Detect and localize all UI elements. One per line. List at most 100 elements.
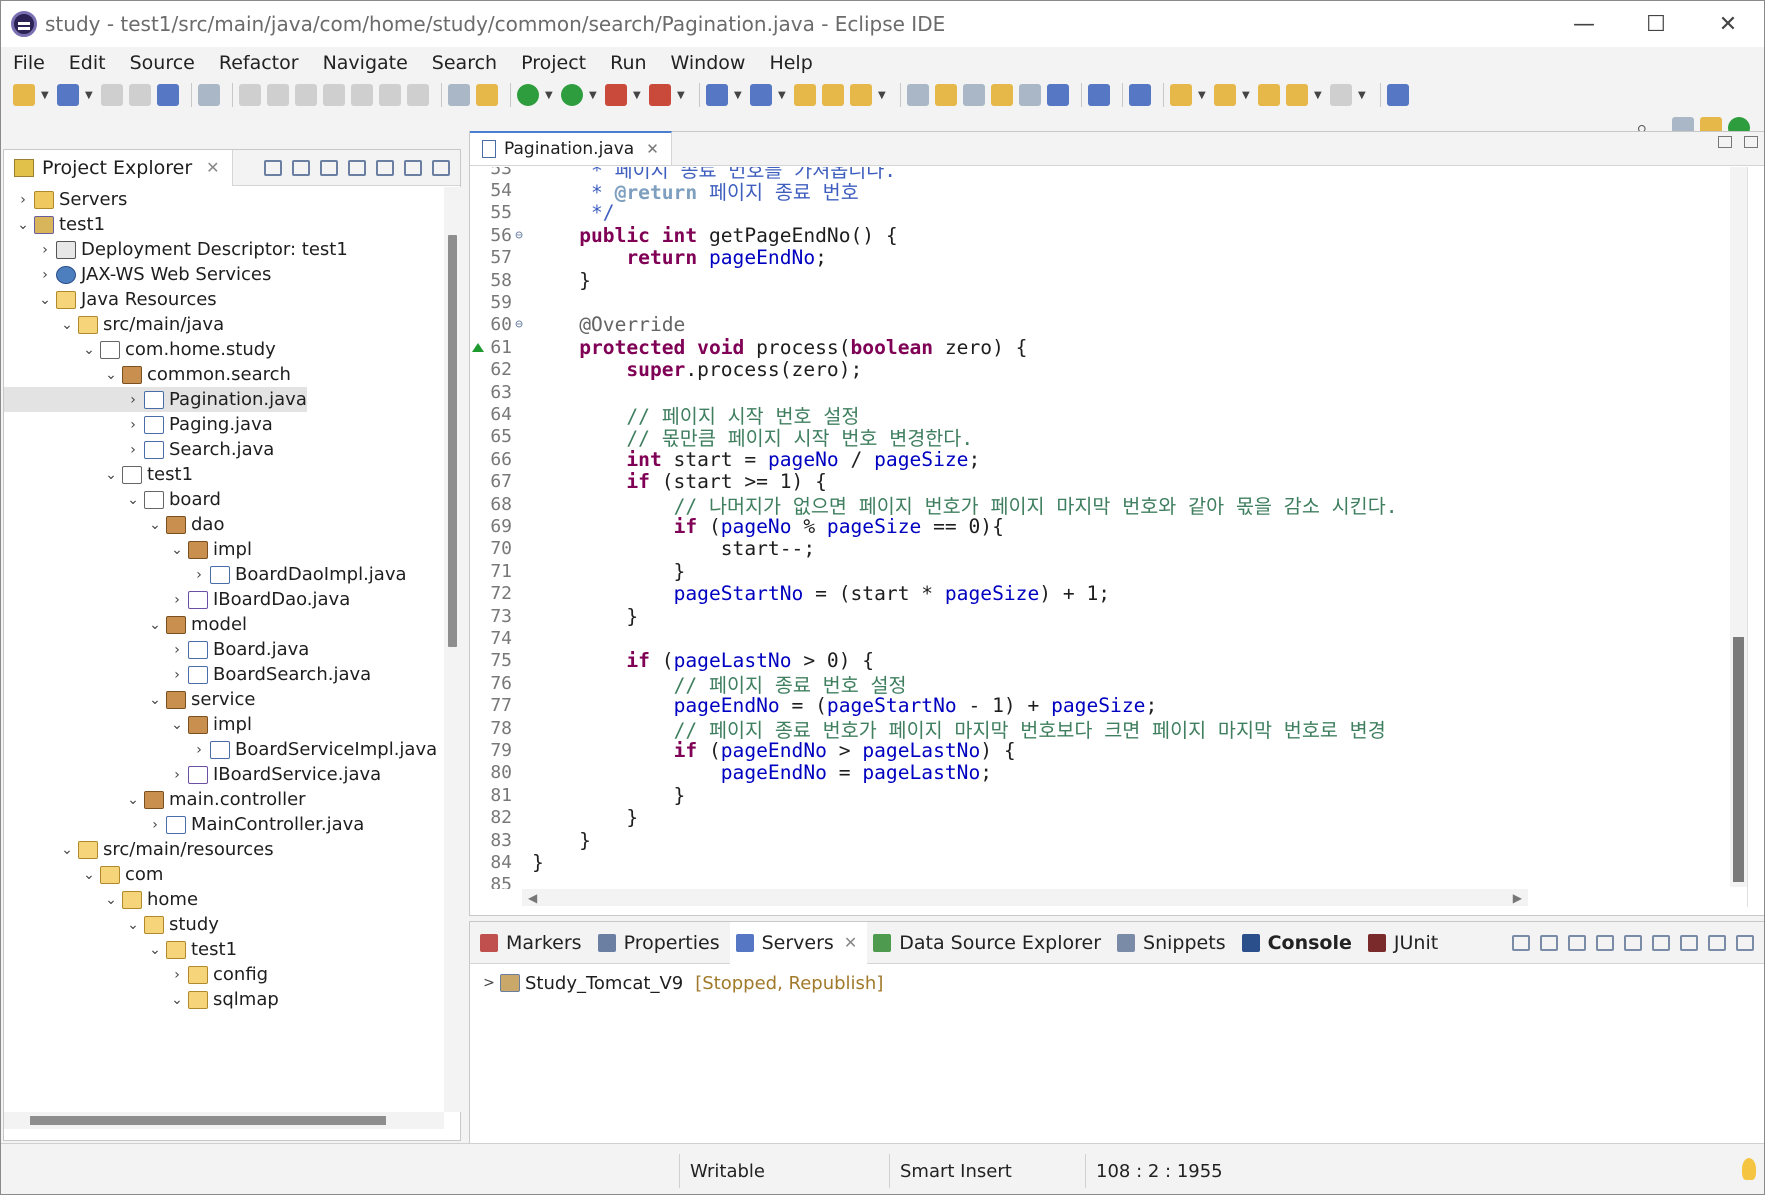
chevron-right-icon[interactable]: › bbox=[12, 192, 34, 208]
pin-editor-icon[interactable] bbox=[1387, 84, 1409, 106]
tree-item[interactable]: › config bbox=[4, 962, 268, 987]
tree-item[interactable]: ⌄ src/main/resources bbox=[4, 837, 274, 862]
last-edit-location-icon[interactable] bbox=[1258, 84, 1280, 106]
tree-item[interactable]: ⌄ src/main/java bbox=[4, 312, 224, 337]
code-line[interactable]: 81 } bbox=[470, 784, 1528, 807]
code-line[interactable]: 56 ⊖ public int getPageEndNo() { bbox=[470, 224, 1528, 247]
chevron-down-icon[interactable]: ▼ bbox=[778, 90, 788, 101]
new-java-project-icon[interactable] bbox=[706, 84, 728, 106]
chevron-right-icon[interactable]: › bbox=[34, 242, 56, 258]
chevron-down-icon[interactable]: ⌄ bbox=[100, 367, 122, 383]
minimize-view-icon[interactable] bbox=[1718, 136, 1732, 148]
back-icon[interactable] bbox=[1286, 84, 1308, 106]
chevron-right-icon[interactable]: › bbox=[166, 592, 188, 608]
code-line[interactable]: 74 bbox=[470, 627, 1528, 649]
search-toolbar-icon[interactable] bbox=[850, 84, 872, 106]
open-type-icon[interactable] bbox=[794, 84, 816, 106]
scroll-left-icon[interactable]: ◀ bbox=[528, 891, 537, 905]
next-annotation-icon[interactable] bbox=[1170, 84, 1192, 106]
toggle-block-icon[interactable] bbox=[476, 84, 498, 106]
new-icon[interactable] bbox=[13, 84, 35, 106]
lightbulb-icon[interactable] bbox=[1742, 1158, 1756, 1180]
chevron-right-icon[interactable]: > bbox=[478, 975, 500, 991]
save-all-icon[interactable] bbox=[129, 84, 151, 106]
code-line[interactable]: 76 // 페이지 종료 번호 설정 bbox=[470, 672, 1528, 697]
tree-item[interactable]: ⌄ dao bbox=[4, 512, 224, 537]
menu-refactor[interactable]: Refactor bbox=[219, 52, 299, 74]
word-wrap-icon[interactable] bbox=[991, 84, 1013, 106]
tree-item[interactable]: › IBoardService.java bbox=[4, 762, 381, 787]
tree-item[interactable]: › Search.java bbox=[4, 437, 274, 462]
suspend-icon[interactable] bbox=[267, 84, 289, 106]
code-line[interactable]: 60 ⊖ @Override bbox=[470, 313, 1528, 336]
override-marker-icon[interactable] bbox=[472, 342, 484, 352]
scrollbar-thumb[interactable] bbox=[30, 1116, 386, 1125]
menu-run[interactable]: Run bbox=[610, 52, 646, 74]
tree-item[interactable]: › Servers bbox=[4, 187, 127, 212]
chevron-down-icon[interactable]: ⌄ bbox=[100, 467, 122, 483]
chevron-right-icon[interactable]: › bbox=[188, 742, 210, 758]
chevron-down-icon[interactable]: ⌄ bbox=[100, 892, 122, 908]
tree-item[interactable]: ⌄ model bbox=[4, 612, 247, 637]
code-line[interactable]: 70 start--; bbox=[470, 537, 1528, 560]
chevron-right-icon[interactable]: › bbox=[122, 392, 144, 408]
menu-edit[interactable]: Edit bbox=[69, 52, 106, 74]
skip-breakpoints-icon[interactable] bbox=[198, 84, 220, 106]
chevron-down-icon[interactable]: ⌄ bbox=[56, 842, 78, 858]
tab-pagination-java[interactable]: Pagination.java ✕ bbox=[470, 131, 672, 165]
chevron-down-icon[interactable]: ▼ bbox=[1358, 90, 1368, 101]
code-line[interactable]: 71 } bbox=[470, 560, 1528, 583]
profile-server-icon[interactable] bbox=[1596, 934, 1614, 951]
code-line[interactable]: 66 int start = pageNo / pageSize; bbox=[470, 448, 1528, 471]
code-line[interactable]: 59 bbox=[470, 291, 1528, 313]
menu-source[interactable]: Source bbox=[130, 52, 195, 74]
close-icon[interactable]: ✕ bbox=[206, 158, 219, 177]
chevron-right-icon[interactable]: › bbox=[166, 967, 188, 983]
horizontal-scrollbar[interactable]: ◀ ▶ bbox=[522, 889, 1528, 906]
use-step-filters-icon[interactable] bbox=[448, 84, 470, 106]
toggle-breadcrumb-icon[interactable] bbox=[963, 84, 985, 106]
terminal-icon[interactable] bbox=[157, 84, 179, 106]
code-line[interactable]: 82 } bbox=[470, 806, 1528, 829]
tab-markers[interactable]: Markers bbox=[474, 922, 592, 964]
tree-item[interactable]: ⌄ Java Resources bbox=[4, 287, 217, 312]
close-button[interactable]: ✕ bbox=[1692, 1, 1764, 47]
chevron-down-icon[interactable]: ⌄ bbox=[144, 942, 166, 958]
tab-console[interactable]: Console bbox=[1236, 922, 1362, 964]
tree-item[interactable]: ⌄ com bbox=[4, 862, 163, 887]
chevron-right-icon[interactable]: › bbox=[166, 642, 188, 658]
code-line[interactable]: 72 pageStartNo = (start * pageSize) + 1; bbox=[470, 582, 1528, 605]
tree-item[interactable]: ⌄ board bbox=[4, 487, 221, 512]
chevron-down-icon[interactable]: ⌄ bbox=[144, 617, 166, 633]
coverage-icon[interactable] bbox=[605, 84, 627, 106]
chevron-down-icon[interactable]: ⌄ bbox=[166, 992, 188, 1008]
chevron-down-icon[interactable]: ⌄ bbox=[166, 717, 188, 733]
code-line[interactable]: 80 pageEndNo = pageLastNo; bbox=[470, 761, 1528, 784]
chevron-down-icon[interactable]: ▼ bbox=[734, 90, 744, 101]
new-project-icon[interactable] bbox=[57, 84, 79, 106]
chevron-down-icon[interactable]: ⌄ bbox=[56, 317, 78, 333]
chevron-down-icon[interactable]: ⌄ bbox=[34, 292, 56, 308]
chevron-down-icon[interactable]: ⌄ bbox=[144, 692, 166, 708]
step-return-icon[interactable] bbox=[407, 84, 429, 106]
vertical-scrollbar[interactable] bbox=[444, 187, 461, 1112]
menu-navigate[interactable]: Navigate bbox=[323, 52, 408, 74]
block-selection-icon[interactable] bbox=[1019, 84, 1041, 106]
maximize-view-icon[interactable] bbox=[1736, 934, 1754, 951]
minimize-button[interactable]: — bbox=[1548, 1, 1620, 47]
chevron-down-icon[interactable]: ▼ bbox=[1198, 90, 1208, 101]
chevron-down-icon[interactable]: ▼ bbox=[1314, 90, 1324, 101]
step-over-icon[interactable] bbox=[379, 84, 401, 106]
horizontal-scrollbar[interactable] bbox=[4, 1112, 444, 1129]
link-editor-icon[interactable] bbox=[1088, 84, 1110, 106]
minimize-view-icon[interactable] bbox=[1708, 934, 1726, 951]
maximize-view-icon[interactable] bbox=[1744, 136, 1758, 148]
scrollbar-thumb[interactable] bbox=[1733, 637, 1744, 882]
run-icon[interactable] bbox=[561, 84, 583, 106]
step-into-icon[interactable] bbox=[351, 84, 373, 106]
scrollbar-thumb[interactable] bbox=[448, 235, 457, 647]
scroll-right-icon[interactable]: ▶ bbox=[1513, 891, 1522, 905]
chevron-down-icon[interactable]: ▼ bbox=[878, 90, 888, 101]
fold-icon[interactable]: ⊖ bbox=[512, 317, 526, 332]
maximize-button[interactable]: ☐ bbox=[1620, 1, 1692, 47]
